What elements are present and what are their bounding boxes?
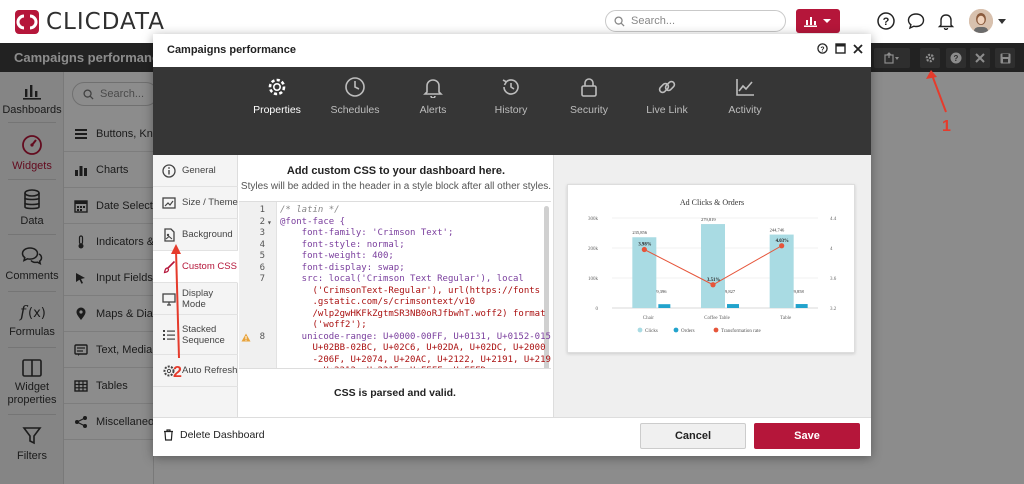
annotation-arrowhead-1 [926,70,937,79]
annotation-marker-2: 2 [173,364,182,381]
annotation-marker-1: 1 [942,118,951,135]
annotation-arrowhead-2 [171,244,181,254]
annotation-arrow-2 [175,249,180,359]
annotation-arrows [171,70,947,359]
annotation-arrow-1 [931,74,947,113]
